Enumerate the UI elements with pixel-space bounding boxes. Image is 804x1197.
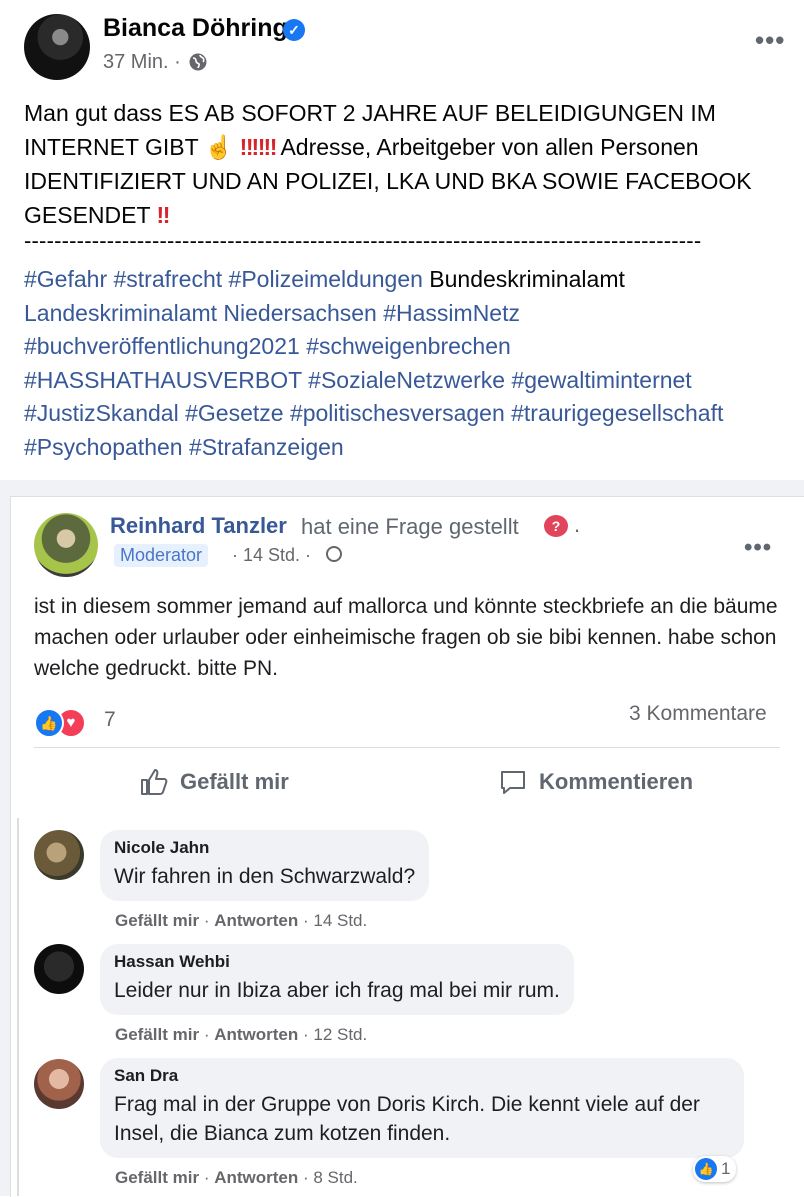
comment-avatar[interactable] — [34, 944, 84, 994]
shared-author-avatar[interactable] — [34, 513, 98, 577]
dash-separator: ----------------------------------------… — [24, 228, 702, 253]
author-avatar[interactable] — [24, 14, 90, 80]
hashtag-link[interactable]: #buchveröffentlichung2021 — [24, 333, 300, 359]
comment-time[interactable]: 12 Std. — [313, 1025, 367, 1044]
hashtag-link[interactable]: #traurigegesellschaft — [511, 400, 723, 426]
group-audience-icon — [326, 546, 342, 562]
page-mention-link[interactable]: Landeskriminalamt Niedersachsen — [24, 300, 377, 326]
hashtag-link[interactable]: #JustizSkandal — [24, 400, 179, 426]
comment-text: Leider nur in Ibiza aber ich frag mal be… — [114, 979, 560, 1002]
reaction-count[interactable]: 7 — [104, 708, 116, 732]
comment-reply-link[interactable]: Antworten — [214, 911, 298, 930]
page-mention[interactable]: Bundeskriminalamt — [429, 266, 625, 292]
comment-actions: Gefällt mir · Antworten · 8 Std. — [115, 1168, 358, 1187]
author-name[interactable]: Bianca Döhring — [103, 14, 288, 43]
like-button[interactable]: Gefällt mir — [138, 764, 289, 800]
hashtag-link[interactable]: #Polizeimeldungen — [229, 266, 423, 292]
hashtag-link[interactable]: #gewaltiminternet — [511, 367, 691, 393]
comment-author[interactable]: Hassan Wehbi — [114, 952, 560, 972]
shared-action-text: hat eine Frage gestellt — [301, 514, 519, 539]
like-reaction-icon: 👍 — [695, 1158, 717, 1180]
comment-button[interactable]: Kommentieren — [497, 764, 693, 800]
meta-separator: · — [174, 51, 181, 73]
comment-like-link[interactable]: Gefällt mir — [115, 1168, 199, 1187]
double-exclamation-emoji: ‼‼‼ — [239, 134, 278, 160]
comment-like-link[interactable]: Gefällt mir — [115, 1025, 199, 1044]
globe-icon — [189, 53, 207, 71]
comment-count[interactable]: 3 Kommentare — [629, 702, 767, 726]
double-exclamation-emoji-2: ‼ — [156, 202, 171, 228]
question-icon: ? — [544, 515, 568, 537]
comment-time[interactable]: 14 Std. — [313, 911, 367, 930]
hashtag-link[interactable]: #Psychopathen — [24, 434, 183, 460]
hashtag-link[interactable]: #SozialeNetzwerke — [308, 367, 505, 393]
thumbs-up-icon — [141, 769, 168, 795]
hashtag-link[interactable]: #Gesetze — [185, 400, 283, 426]
comment-time[interactable]: 8 Std. — [313, 1168, 357, 1187]
comment-actions: Gefällt mir · Antworten · 12 Std. — [115, 1025, 368, 1044]
comment-reaction-count: 1 — [721, 1159, 731, 1178]
pointing-hand-emoji: ☝ — [204, 134, 234, 160]
like-button-label: Gefällt mir — [180, 769, 289, 794]
hashtag-link[interactable]: #strafrecht — [114, 266, 223, 292]
hashtag-link[interactable]: #politischesversagen — [290, 400, 505, 426]
shared-post-time[interactable]: · 14 Std. · — [232, 545, 311, 566]
thread-line — [17, 818, 19, 1196]
like-reaction-icon[interactable]: 👍 — [34, 708, 64, 738]
comment-like-link[interactable]: Gefällt mir — [115, 911, 199, 930]
post-time-label: 37 Min. — [103, 51, 169, 73]
comment-avatar[interactable] — [34, 1059, 84, 1109]
comment-text: Frag mal in der Gruppe von Doris Kirch. … — [114, 1093, 700, 1145]
shared-more-options-icon[interactable]: ••• — [744, 534, 772, 562]
action-divider — [34, 747, 780, 748]
shared-post-text: ist in diesem sommer jemand auf mallorca… — [34, 595, 778, 680]
hashtags: #Gefahr #strafrecht #Polizeimeldungen Bu… — [24, 263, 794, 464]
post-text: Man gut dass ES AB SOFORT 2 JAHRE AUF BE… — [24, 96, 794, 232]
comment-bubble: Hassan Wehbi Leider nur in Ibiza aber ic… — [100, 944, 574, 1015]
post-more-options-icon[interactable]: ••• — [755, 27, 785, 53]
verified-badge-icon: ✓ — [283, 19, 305, 41]
post-time[interactable]: 37 Min. · — [103, 51, 181, 74]
hashtag-link[interactable]: #Gefahr — [24, 266, 107, 292]
shared-action-dot: . — [574, 512, 581, 537]
hashtag-link[interactable]: #HASSHATHAUSVERBOT — [24, 367, 302, 393]
moderator-badge: Moderator — [114, 544, 209, 567]
comment-button-label: Kommentieren — [539, 769, 694, 794]
comment-reply-link[interactable]: Antworten — [214, 1168, 298, 1187]
comment-reply-link[interactable]: Antworten — [214, 1025, 298, 1044]
hashtag-link[interactable]: #HassimNetz — [383, 300, 520, 326]
comment-reaction-summary[interactable]: 👍 1 — [693, 1156, 737, 1182]
comment-bubble: San Dra Frag mal in der Gruppe von Doris… — [100, 1058, 744, 1158]
shared-author-name[interactable]: Reinhard Tanzler — [110, 513, 287, 539]
comment-author[interactable]: Nicole Jahn — [114, 838, 415, 858]
comment-avatar[interactable] — [34, 830, 84, 880]
comment-icon — [501, 771, 525, 794]
hashtag-link[interactable]: #Strafanzeigen — [189, 434, 344, 460]
comment-author[interactable]: San Dra — [114, 1066, 730, 1086]
comment-actions: Gefällt mir · Antworten · 14 Std. — [115, 911, 368, 930]
comment-bubble: Nicole Jahn Wir fahren in den Schwarzwal… — [100, 830, 430, 901]
comment-text: Wir fahren in den Schwarzwald? — [114, 865, 416, 888]
hashtag-link[interactable]: #schweigenbrechen — [306, 333, 511, 359]
